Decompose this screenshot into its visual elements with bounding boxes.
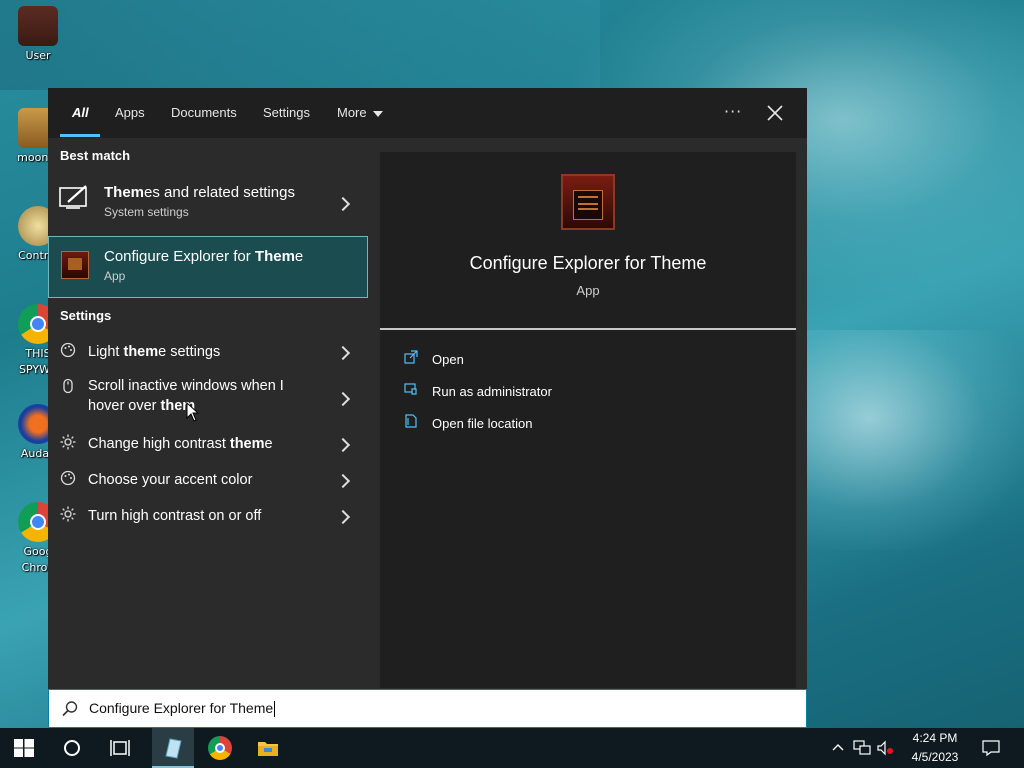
setting-label-pre: Change high contrast: [88, 436, 230, 452]
wallpaper-foam: [800, 330, 1024, 550]
cortana-icon[interactable]: [60, 736, 84, 760]
setting-label-match: them: [123, 344, 159, 360]
result-title-match: Them: [104, 184, 145, 201]
task-view-icon[interactable]: [108, 736, 132, 760]
taskbar-app-active[interactable]: [152, 728, 194, 768]
text-caret: [274, 701, 276, 718]
result-title-pre: Configure Explorer for: [104, 248, 255, 265]
result-title: Themes and related settings: [104, 184, 295, 201]
brightness-icon: [60, 506, 76, 522]
action-label: Open file location: [432, 416, 533, 431]
search-query-text: Configure Explorer for Theme: [89, 700, 274, 716]
palette-icon: [60, 470, 76, 486]
chevron-right-icon[interactable]: [335, 391, 351, 407]
shield-icon: [404, 383, 417, 395]
theme-brush-icon: [59, 185, 87, 209]
search-tabs-bar: All Apps Documents Settings More ···: [48, 88, 807, 138]
open-icon: [404, 350, 418, 364]
result-title-match: Them: [254, 248, 295, 265]
results-list: Best match Themes and related settings S…: [48, 138, 368, 688]
tab-all[interactable]: All: [72, 105, 89, 120]
result-subtitle: System settings: [104, 205, 189, 219]
result-title-rest: es and related settings: [144, 184, 295, 201]
setting-label: Choose your accent color: [88, 472, 253, 488]
preview-title: Configure Explorer for Theme: [469, 253, 707, 273]
tab-more[interactable]: More: [337, 105, 383, 120]
chevron-right-icon[interactable]: [335, 437, 351, 453]
result-title: Configure Explorer for Theme: [104, 248, 303, 265]
settings-item-scroll-inactive[interactable]: Scroll inactive windows when I hover ove…: [48, 376, 368, 420]
app-icon: [61, 251, 89, 279]
action-run-as-admin[interactable]: Run as administrator: [380, 380, 796, 404]
setting-label-post: e settings: [158, 344, 221, 360]
setting-label-pre: Light: [88, 344, 124, 360]
settings-item-accent-color[interactable]: Choose your accent color: [48, 468, 368, 492]
action-label: Run as administrator: [432, 384, 552, 399]
network-icon[interactable]: [853, 740, 871, 756]
mouse-pointer-icon: [186, 402, 200, 422]
setting-label: Change high contrast theme: [88, 434, 273, 454]
search-icon: [62, 701, 78, 717]
result-subtitle: App: [104, 269, 126, 283]
desktop-icon-label: User: [25, 49, 51, 62]
chevron-right-icon[interactable]: [335, 509, 351, 525]
settings-item-high-contrast-toggle[interactable]: Turn high contrast on or off: [48, 504, 368, 528]
tab-active-indicator: [60, 134, 100, 137]
preview-type: App: [576, 283, 600, 298]
ellipsis-icon[interactable]: ···: [724, 102, 742, 121]
windows-start-icon[interactable]: [12, 736, 36, 760]
clock-date[interactable]: 4/5/2023: [904, 750, 966, 764]
result-title-rest: e: [294, 248, 304, 265]
tab-documents[interactable]: Documents: [171, 105, 237, 120]
chevron-right-icon[interactable]: [335, 345, 351, 361]
action-open[interactable]: Open: [380, 348, 796, 372]
chevron-down-icon: [372, 110, 383, 117]
best-match-themes[interactable]: Themes and related settings System setti…: [48, 172, 368, 232]
taskbar: 4:24 PM 4/5/2023: [0, 728, 1024, 768]
chevron-right-icon[interactable]: [335, 196, 351, 212]
notification-icon[interactable]: [982, 739, 1000, 757]
tab-more-label: More: [337, 105, 367, 120]
setting-label: Light theme settings: [88, 342, 220, 362]
best-match-configure-explorer[interactable]: Configure Explorer for Theme App: [48, 236, 368, 298]
close-icon[interactable]: [764, 102, 786, 124]
file-location-icon: [405, 414, 417, 428]
tab-apps[interactable]: Apps: [115, 105, 145, 120]
setting-label-match: them: [229, 436, 265, 452]
settings-item-high-contrast-theme[interactable]: Change high contrast theme: [48, 432, 368, 456]
desktop-icon-user[interactable]: User: [6, 6, 70, 64]
settings-item-light-theme[interactable]: Light theme settings: [48, 340, 368, 364]
palette-icon: [60, 342, 76, 358]
notepad-icon: [165, 738, 182, 759]
action-open-file-location[interactable]: Open file location: [380, 412, 796, 436]
preview-pane: Configure Explorer for Theme App Open Ru…: [380, 152, 796, 688]
file-explorer-icon[interactable]: [256, 736, 280, 760]
mouse-icon: [63, 378, 73, 394]
best-match-heading: Best match: [60, 148, 131, 163]
clock-time[interactable]: 4:24 PM: [912, 731, 958, 745]
action-label: Open: [432, 352, 464, 367]
setting-label-post: e: [264, 436, 273, 452]
chevron-right-icon[interactable]: [335, 473, 351, 489]
search-panel: All Apps Documents Settings More ··· Bes…: [48, 88, 807, 728]
volume-muted-icon[interactable]: [876, 740, 894, 756]
chrome-icon[interactable]: [208, 736, 232, 760]
search-query: Configure Explorer for Theme: [89, 700, 276, 718]
search-input[interactable]: Configure Explorer for Theme: [48, 689, 807, 728]
tab-settings[interactable]: Settings: [263, 105, 310, 120]
chevron-up-icon[interactable]: [832, 742, 844, 754]
user-folder-icon: [18, 6, 58, 46]
wallpaper-shade: [0, 0, 600, 90]
settings-heading: Settings: [60, 308, 112, 323]
setting-label: Turn high contrast on or off: [88, 508, 262, 524]
brightness-icon: [60, 434, 76, 450]
app-icon: [561, 174, 615, 230]
preview-divider: [380, 328, 796, 330]
